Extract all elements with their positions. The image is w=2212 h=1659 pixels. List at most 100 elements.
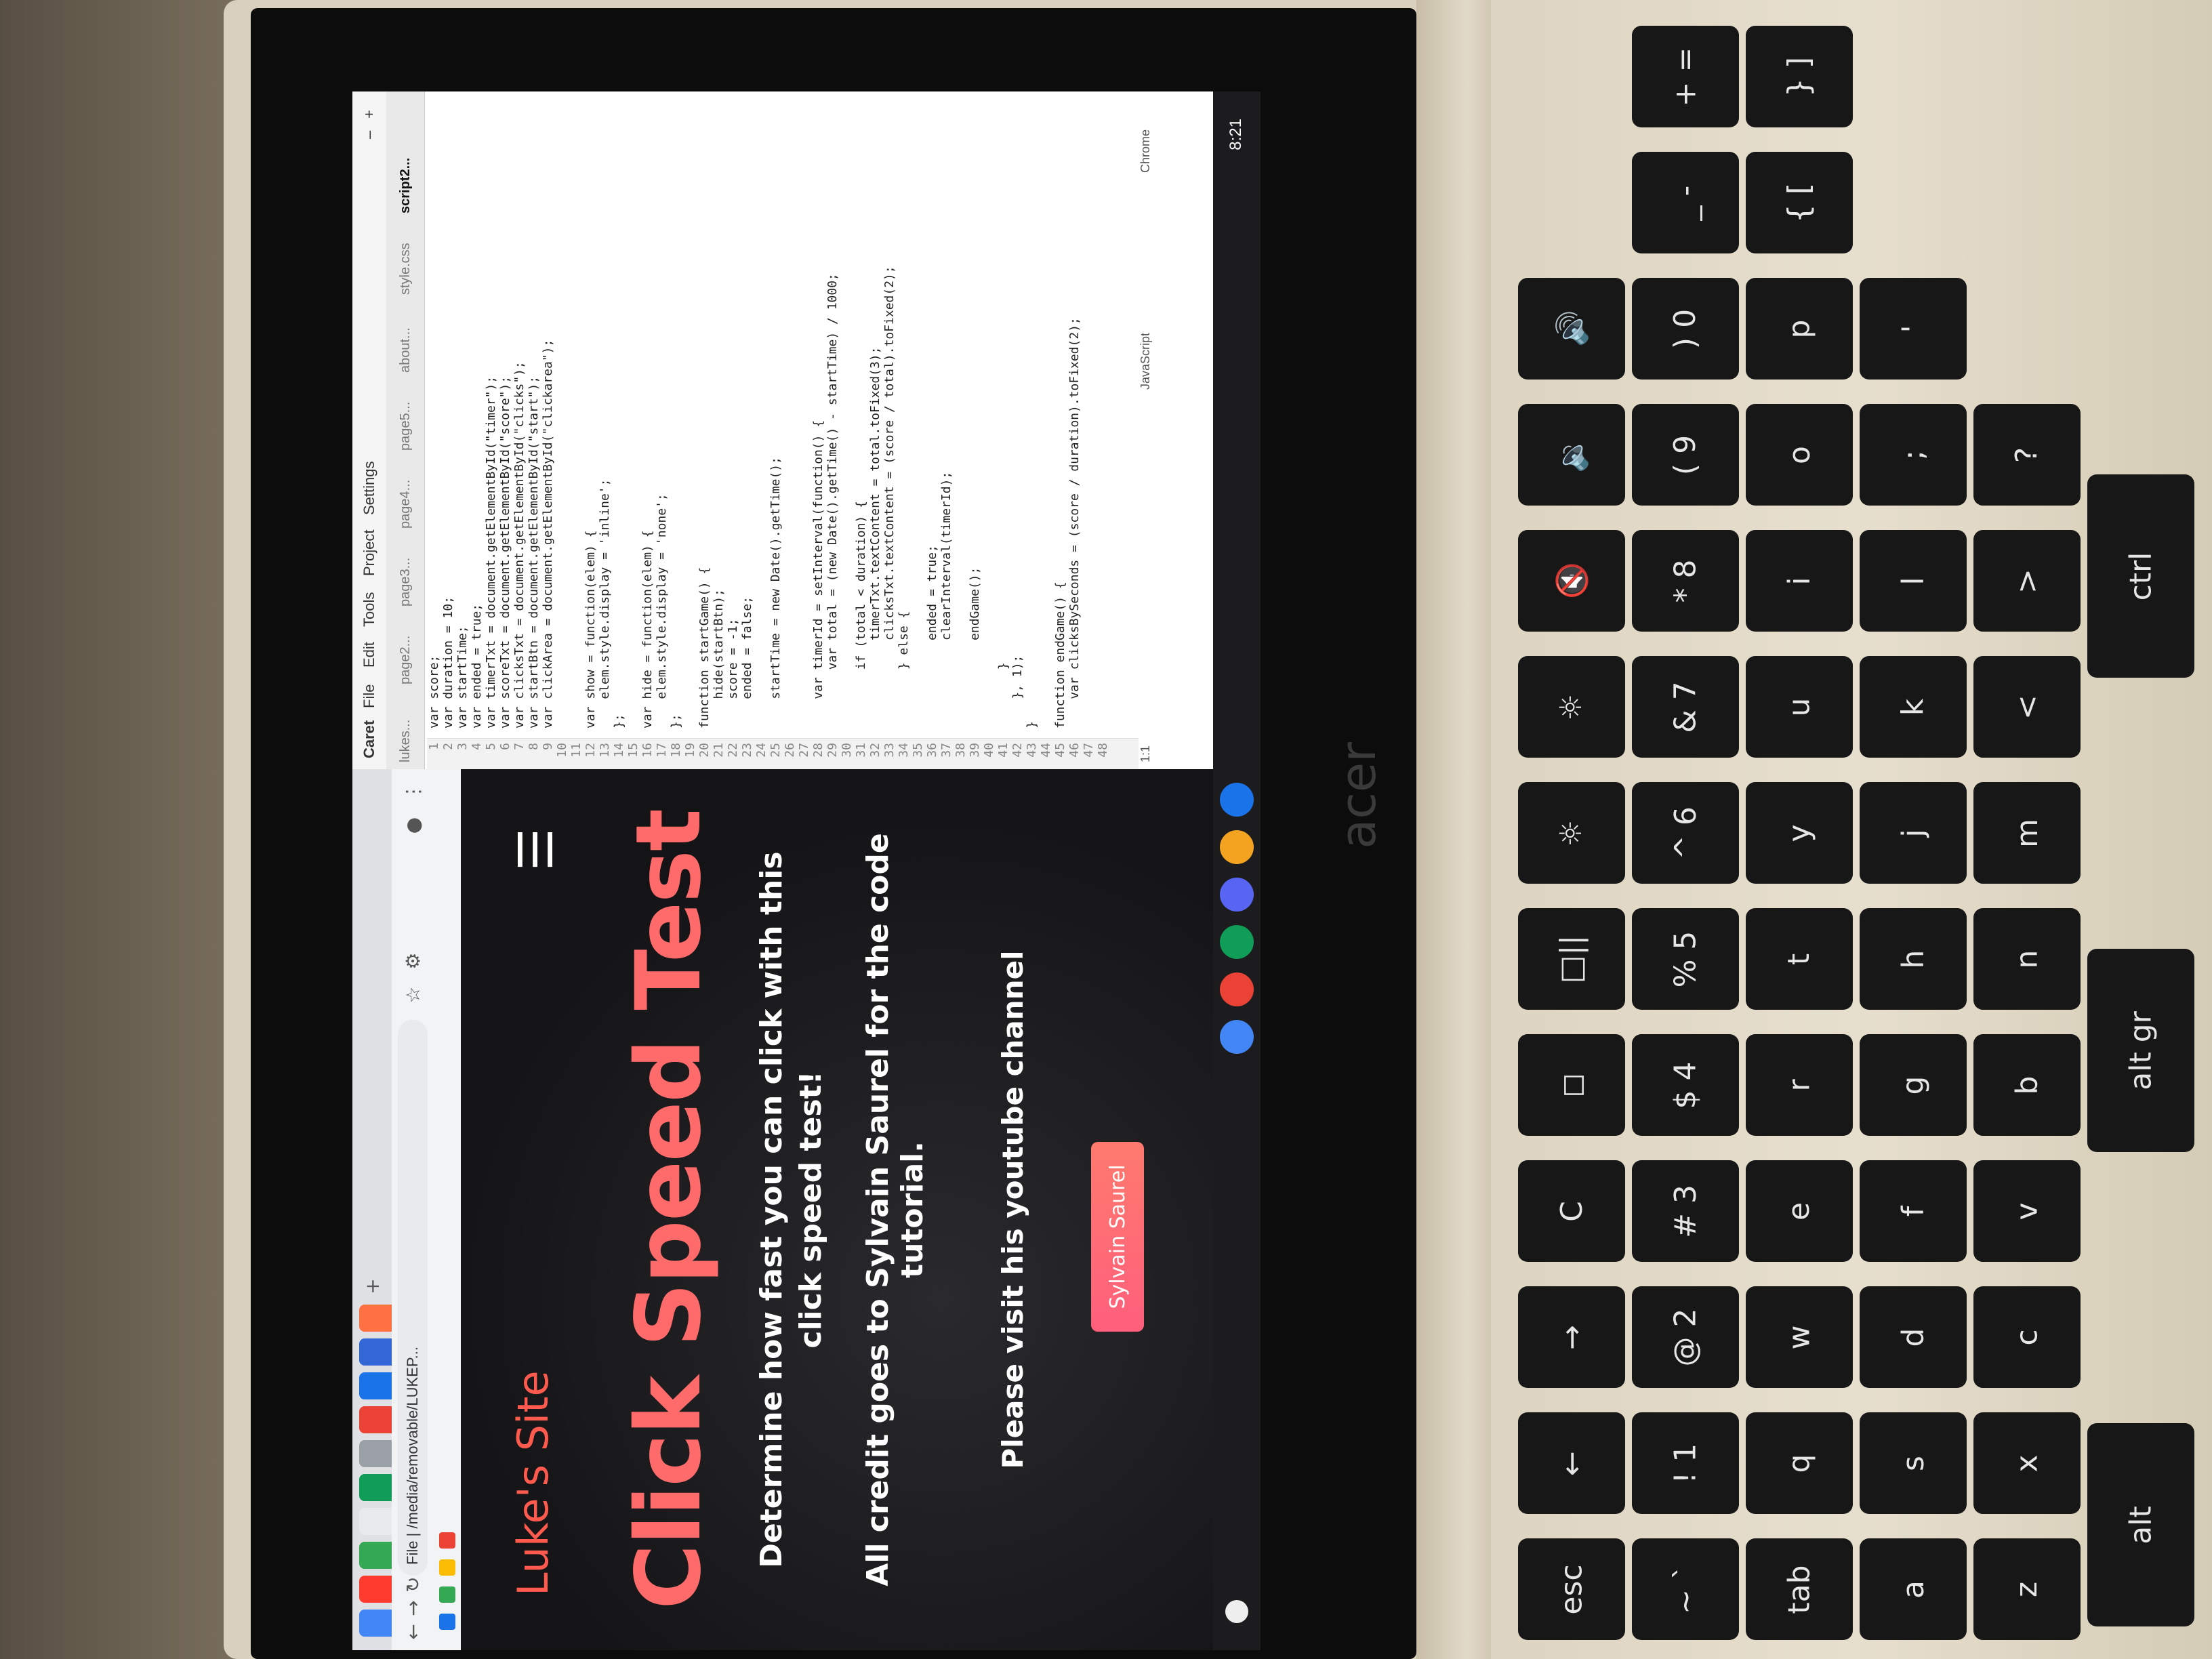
editor-tab-active[interactable]: script2...: [386, 158, 424, 213]
discord-icon[interactable]: [1220, 878, 1254, 912]
key-row2-5[interactable]: % 5: [1632, 908, 1739, 1010]
key-row2-10[interactable]: ) 0: [1632, 278, 1739, 380]
key-row6-0[interactable]: alt: [2087, 1423, 2194, 1626]
menu-project[interactable]: Project: [361, 530, 378, 576]
forward-icon[interactable]: →: [401, 1597, 424, 1620]
key-row4-4[interactable]: g: [1860, 1034, 1967, 1136]
extension-icon[interactable]: ⚙: [401, 949, 424, 972]
key-row4-9[interactable]: ;: [1860, 404, 1967, 506]
key-row5-7[interactable]: <: [1973, 656, 2081, 758]
key-row1-6[interactable]: ☼: [1518, 782, 1625, 884]
tab-slides[interactable]: [359, 1305, 392, 1332]
key-row5-8[interactable]: >: [1973, 530, 2081, 632]
key-row3-2[interactable]: w: [1746, 1286, 1853, 1388]
tab-wix[interactable]: [359, 1542, 392, 1569]
key-row5-0[interactable]: z: [1973, 1538, 2081, 1640]
minimize-icon[interactable]: –: [361, 131, 378, 139]
key-row4-10[interactable]: ': [1860, 278, 1967, 380]
key-row4-3[interactable]: f: [1860, 1160, 1967, 1262]
tab-favicon[interactable]: [359, 1610, 392, 1637]
key-row6-1[interactable]: alt gr: [2087, 949, 2194, 1152]
bookmark-3[interactable]: [439, 1532, 455, 1549]
launcher-icon[interactable]: [1225, 1600, 1248, 1623]
editor-tab[interactable]: page5...: [386, 402, 424, 451]
key-row1-3[interactable]: C: [1518, 1160, 1625, 1262]
key-row3-1[interactable]: q: [1746, 1412, 1853, 1514]
bookmark-1[interactable]: [439, 1586, 455, 1603]
menu-tools[interactable]: Tools: [361, 592, 378, 627]
menu-edit[interactable]: Edit: [361, 642, 378, 668]
editor-tab[interactable]: about...: [386, 327, 424, 373]
tab-docs[interactable]: [359, 1338, 392, 1366]
gmail-icon[interactable]: [1220, 972, 1254, 1006]
reload-icon[interactable]: ↻: [401, 1573, 424, 1596]
code-lines[interactable]: var score; var duration = 10; var startT…: [427, 266, 1082, 729]
key-row3-6[interactable]: y: [1746, 782, 1853, 884]
editor-tab[interactable]: style.css: [386, 243, 424, 295]
menu-caret[interactable]: Caret: [361, 720, 378, 758]
key-row4-6[interactable]: j: [1860, 782, 1967, 884]
menu-settings[interactable]: Settings: [361, 462, 378, 516]
app-icon[interactable]: [1220, 783, 1254, 817]
key-row3-12[interactable]: } ]: [1746, 26, 1853, 127]
hamburger-menu-icon[interactable]: ☰: [508, 828, 564, 871]
editor-tab[interactable]: page2...: [386, 636, 424, 684]
key-row2-1[interactable]: ! 1: [1632, 1412, 1739, 1514]
key-row2-4[interactable]: $ 4: [1632, 1034, 1739, 1136]
bookmark-apps[interactable]: [439, 1614, 455, 1630]
menu-file[interactable]: File: [361, 684, 378, 708]
key-row2-11[interactable]: _ -: [1632, 152, 1739, 253]
chrome-icon[interactable]: [1220, 1020, 1254, 1054]
key-row2-6[interactable]: ^ 6: [1632, 782, 1739, 884]
key-row4-8[interactable]: l: [1860, 530, 1967, 632]
tab-youtube[interactable]: [359, 1576, 392, 1603]
key-row1-9[interactable]: 🔉: [1518, 404, 1625, 506]
key-row4-1[interactable]: s: [1860, 1412, 1967, 1514]
key-row3-3[interactable]: e: [1746, 1160, 1853, 1262]
key-row5-4[interactable]: b: [1973, 1034, 2081, 1136]
caret-app-icon[interactable]: [1220, 830, 1254, 864]
key-row1-1[interactable]: ←: [1518, 1412, 1625, 1514]
status-clock[interactable]: 8:21: [1227, 119, 1246, 150]
language-mode[interactable]: JavaScript: [1139, 333, 1153, 390]
key-row4-7[interactable]: k: [1860, 656, 1967, 758]
key-row1-5[interactable]: □||: [1518, 908, 1625, 1010]
key-row5-3[interactable]: v: [1973, 1160, 2081, 1262]
key-row2-3[interactable]: # 3: [1632, 1160, 1739, 1262]
key-row4-5[interactable]: h: [1860, 908, 1967, 1010]
key-row1-10[interactable]: 🔊: [1518, 278, 1625, 380]
site-title[interactable]: Luke's Site: [508, 1370, 558, 1596]
tab-classroom[interactable]: [359, 1372, 392, 1399]
key-row5-1[interactable]: x: [1973, 1412, 2081, 1514]
drive-icon[interactable]: [1220, 925, 1254, 959]
maximize-icon[interactable]: +: [361, 110, 378, 119]
key-row2-2[interactable]: @ 2: [1632, 1286, 1739, 1388]
tab-sheets[interactable]: [359, 1474, 392, 1501]
key-row3-9[interactable]: o: [1746, 404, 1853, 506]
key-row3-7[interactable]: u: [1746, 656, 1853, 758]
key-row5-5[interactable]: n: [1973, 908, 2081, 1010]
editor-tab[interactable]: page3...: [386, 558, 424, 607]
key-row1-2[interactable]: →: [1518, 1286, 1625, 1388]
key-row2-7[interactable]: & 7: [1632, 656, 1739, 758]
tab-gmail[interactable]: [359, 1406, 392, 1433]
key-row1-0[interactable]: esc: [1518, 1538, 1625, 1640]
youtube-channel-button[interactable]: Sylvain Saurel: [1091, 1142, 1144, 1332]
menu-dots-icon[interactable]: ⋮: [401, 780, 424, 803]
code-area[interactable]: 1 2 3 4 5 6 7 8 9 10 11 12 13 14 15 16 1…: [427, 91, 1139, 769]
key-row3-8[interactable]: i: [1746, 530, 1853, 632]
key-row1-4[interactable]: ◻: [1518, 1034, 1625, 1136]
key-row1-8[interactable]: 🔇: [1518, 530, 1625, 632]
key-row4-2[interactable]: d: [1860, 1286, 1967, 1388]
key-row2-8[interactable]: * 8: [1632, 530, 1739, 632]
key-row3-10[interactable]: p: [1746, 278, 1853, 380]
address-bar[interactable]: File | /media/removable/LUKEP...: [398, 1020, 428, 1576]
editor-tab[interactable]: lukes...: [386, 720, 424, 762]
key-row4-0[interactable]: a: [1860, 1538, 1967, 1640]
key-row3-0[interactable]: tab: [1746, 1538, 1853, 1640]
new-tab-icon[interactable]: +: [361, 1275, 384, 1298]
back-icon[interactable]: ←: [401, 1620, 424, 1643]
key-row3-5[interactable]: t: [1746, 908, 1853, 1010]
key-row5-6[interactable]: m: [1973, 782, 2081, 884]
tab-chrome[interactable]: [359, 1440, 392, 1467]
